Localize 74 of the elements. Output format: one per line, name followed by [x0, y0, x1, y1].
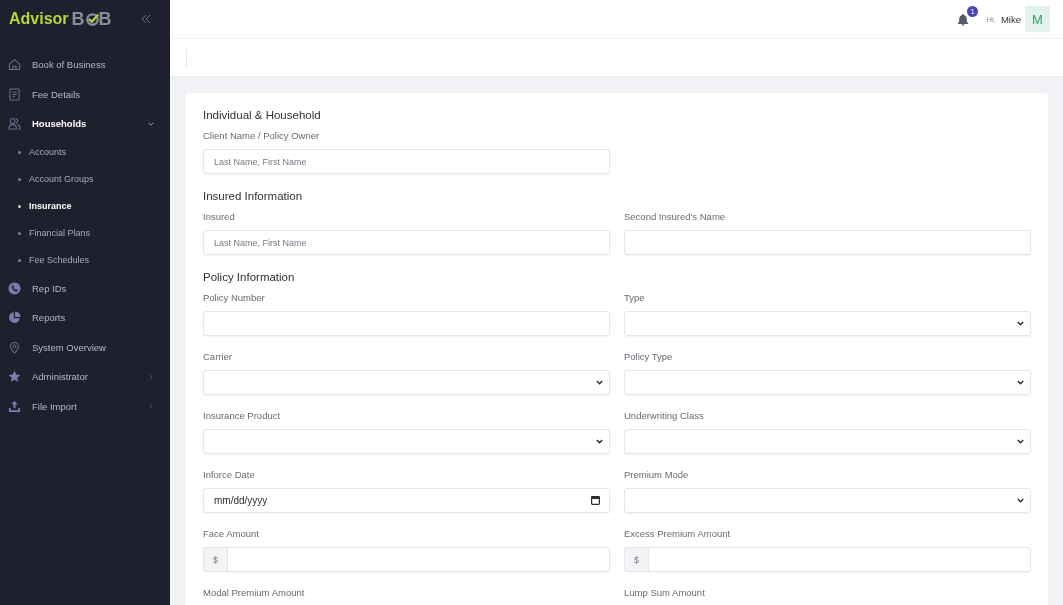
calendar-icon[interactable]: [591, 496, 600, 505]
text-field[interactable]: Last Name, First Name: [203, 149, 610, 174]
field-label: Insurance Product: [203, 410, 282, 422]
field-label: Insured: [203, 211, 236, 223]
dropdown-field[interactable]: [624, 488, 1031, 513]
field-label: Second Insured's Name: [624, 211, 727, 223]
bullet-icon: [18, 231, 21, 235]
nav-subitem[interactable]: Insurance: [0, 192, 170, 220]
field-label: Face Amount: [203, 528, 260, 540]
nav-item[interactable]: System Overview: [0, 332, 170, 362]
nav-subitem[interactable]: Account Groups: [0, 165, 170, 193]
text-field[interactable]: [203, 311, 610, 336]
bullet-icon: [18, 177, 21, 181]
section-heading: Insured Information: [203, 189, 304, 203]
check-ring-icon: [85, 12, 99, 26]
nav-subitem[interactable]: Fee Schedules: [0, 246, 170, 274]
house-icon: [8, 58, 21, 72]
greeting-text: Hi,: [986, 14, 996, 24]
date-field[interactable]: mm/dd/yyyy: [203, 488, 610, 513]
dropdown-field[interactable]: [203, 370, 610, 395]
chevron-down-icon: [1017, 380, 1024, 385]
nav-item[interactable]: Reports: [0, 303, 170, 333]
star-icon: [8, 370, 21, 384]
nav-item[interactable]: File Import: [0, 391, 170, 421]
text-field[interactable]: [624, 230, 1031, 255]
nav-subitem[interactable]: Accounts: [0, 138, 170, 166]
chevron-down-icon: [1017, 321, 1024, 326]
nav-item[interactable]: Households: [0, 109, 170, 139]
dropdown-field[interactable]: [203, 429, 610, 454]
field-label: Inforce Date: [203, 469, 256, 481]
field-label: Modal Premium Amount: [203, 587, 306, 599]
nav-item[interactable]: Rep IDs: [0, 273, 170, 303]
field-label: Excess Premium Amount: [624, 528, 732, 540]
field-label: Premium Mode: [624, 469, 690, 481]
section-heading: Individual & Household: [203, 108, 322, 122]
section-heading: Policy Information: [203, 270, 296, 284]
dropdown-field[interactable]: [624, 429, 1031, 454]
people-icon: [8, 117, 21, 131]
logo-letter: B: [71, 9, 85, 29]
chevron-down-icon: [596, 439, 603, 444]
nav-item[interactable]: Book of Business: [0, 50, 170, 80]
field-label: Underwriting Class: [624, 410, 705, 422]
bullet-icon: [18, 258, 21, 262]
field-label: Type: [624, 292, 646, 304]
amount-field[interactable]: [227, 547, 610, 572]
chevron-down-icon: [596, 380, 603, 385]
location-pin-icon: [8, 340, 21, 354]
field-label: Client Name / Policy Owner: [203, 130, 321, 142]
nav-item[interactable]: Administrator: [0, 362, 170, 392]
pie-chart-icon: [8, 311, 21, 325]
bell-icon[interactable]: [957, 12, 970, 26]
field-label: Lump Sum Amount: [624, 587, 706, 599]
nav-item[interactable]: Fee Details: [0, 79, 170, 109]
bullet-icon: [18, 150, 21, 154]
logo-text: Advisor: [9, 9, 69, 29]
document-icon: [8, 87, 21, 101]
upload-icon: [8, 399, 21, 413]
phone-disc-icon: [8, 281, 21, 295]
field-label: Policy Number: [203, 292, 266, 304]
dropdown-field[interactable]: [624, 311, 1031, 336]
nav-subitem[interactable]: Financial Plans: [0, 219, 170, 247]
dropdown-field[interactable]: [624, 370, 1031, 395]
double-chevron-left-icon[interactable]: [141, 14, 151, 24]
currency-prefix: $: [203, 547, 227, 572]
bullet-icon: [18, 204, 21, 208]
text-field[interactable]: Last Name, First Name: [203, 230, 610, 255]
user-name: Mike: [1000, 13, 1021, 25]
amount-field[interactable]: [648, 547, 1031, 572]
chevron-down-icon: [1017, 439, 1024, 444]
field-label: Policy Type: [624, 351, 674, 363]
currency-prefix: $: [624, 547, 648, 572]
field-label: Carrier: [203, 351, 234, 363]
logo-letter: B: [98, 9, 112, 29]
chevron-down-icon: [1017, 498, 1024, 503]
